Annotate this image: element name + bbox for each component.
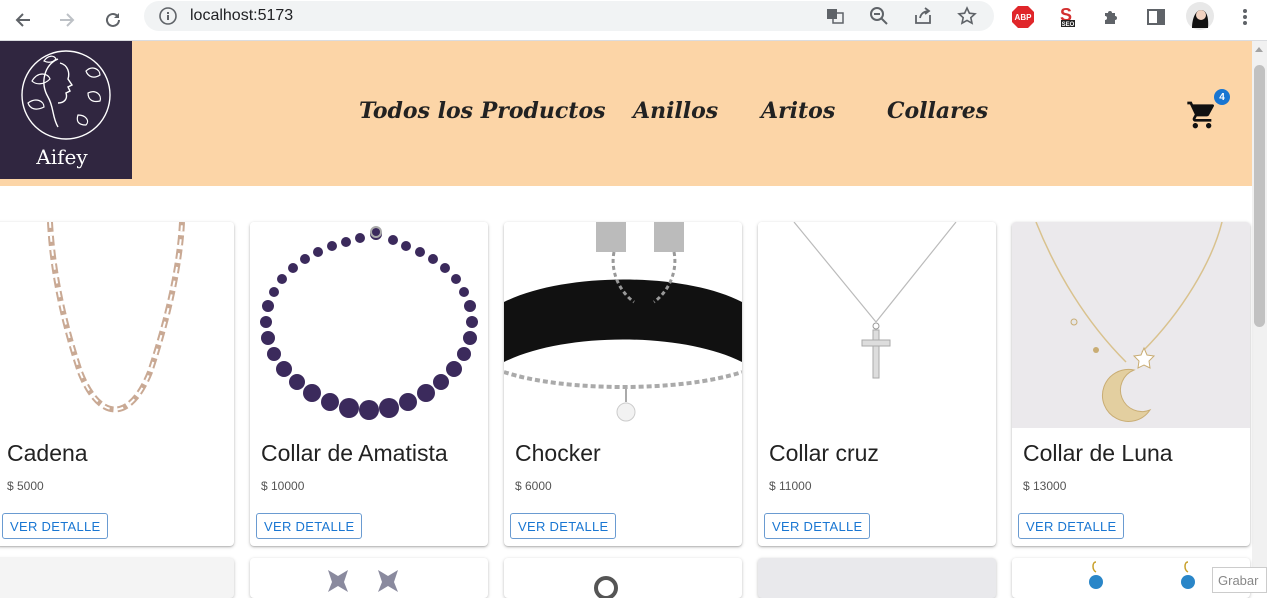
product-name: Cadena xyxy=(7,440,88,466)
view-detail-button[interactable]: VER DETALLE xyxy=(1018,513,1125,539)
side-panel-icon[interactable] xyxy=(1143,4,1169,30)
record-button[interactable]: Grabar xyxy=(1212,567,1267,593)
product-card[interactable]: Chocker $ 6000 VER DETALLE xyxy=(504,222,742,546)
product-price: $ 13000 xyxy=(1023,479,1067,493)
product-card[interactable]: Collar de Luna $ 13000 VER DETALLE xyxy=(1012,222,1250,546)
product-price: $ 5000 xyxy=(7,479,44,493)
zoom-out-icon[interactable] xyxy=(868,5,890,27)
translate-icon[interactable] xyxy=(824,5,846,27)
product-price: $ 10000 xyxy=(261,479,305,493)
product-card[interactable] xyxy=(0,558,234,598)
view-detail-button[interactable]: VER DETALLE xyxy=(256,513,363,539)
scroll-up-icon[interactable] xyxy=(1255,47,1263,52)
product-name: Collar de Amatista xyxy=(261,440,448,466)
address-bar[interactable]: localhost:5173 xyxy=(144,1,994,31)
scrollbar-thumb[interactable] xyxy=(1254,65,1265,327)
butterfly-earrings-icon xyxy=(328,570,398,592)
profile-avatar-icon[interactable] xyxy=(1186,2,1214,30)
bookmark-star-icon[interactable] xyxy=(956,5,978,27)
brand-name: Aifey xyxy=(36,145,88,169)
cart-count-badge: 4 xyxy=(1214,89,1230,105)
product-card[interactable]: Cadena $ 5000 VER DETALLE xyxy=(0,222,234,546)
shopping-cart-icon xyxy=(1187,101,1215,129)
back-icon[interactable] xyxy=(8,5,38,35)
product-image[interactable] xyxy=(250,222,488,428)
product-name: Collar cruz xyxy=(769,440,879,466)
site-info-icon[interactable] xyxy=(158,6,178,26)
seo-extension-icon[interactable]: S SEO xyxy=(1054,4,1080,30)
svg-text:ABP: ABP xyxy=(1015,13,1033,22)
product-image[interactable] xyxy=(0,222,234,428)
product-name: Chocker xyxy=(515,440,601,466)
product-image[interactable] xyxy=(504,222,742,428)
product-card[interactable]: Collar cruz $ 11000 VER DETALLE xyxy=(758,222,996,546)
product-image[interactable] xyxy=(758,222,996,428)
page-scrollbar[interactable] xyxy=(1252,41,1267,593)
browser-menu-icon[interactable] xyxy=(1232,4,1258,30)
nav-link-collares[interactable]: Collares xyxy=(887,98,988,124)
reload-icon[interactable] xyxy=(98,5,128,35)
product-card[interactable] xyxy=(504,558,742,598)
site-header: Aifey Todos los Productos Anillos Aritos… xyxy=(0,41,1252,186)
choker-necklace-icon xyxy=(504,222,742,428)
product-card[interactable]: Collar de Amatista $ 10000 VER DETALLE xyxy=(250,222,488,546)
url-text: localhost:5173 xyxy=(190,7,294,24)
product-card[interactable] xyxy=(758,558,996,598)
ring-icon xyxy=(594,576,618,598)
chain-necklace-icon xyxy=(0,222,234,428)
product-card[interactable] xyxy=(250,558,488,598)
svg-text:SEO: SEO xyxy=(1062,22,1075,28)
extensions-puzzle-icon[interactable] xyxy=(1098,4,1124,30)
view-detail-button[interactable]: VER DETALLE xyxy=(2,513,109,539)
cross-necklace-icon xyxy=(758,222,996,428)
view-detail-button[interactable]: VER DETALLE xyxy=(510,513,617,539)
forward-icon[interactable] xyxy=(52,5,82,35)
share-icon[interactable] xyxy=(912,5,934,27)
view-detail-button[interactable]: VER DETALLE xyxy=(764,513,871,539)
cart-button[interactable] xyxy=(1186,99,1218,131)
nav-link-aritos[interactable]: Aritos xyxy=(761,98,835,124)
brand-logo[interactable]: Aifey xyxy=(0,41,132,179)
moon-necklace-icon xyxy=(1012,222,1250,428)
product-price: $ 6000 xyxy=(515,479,552,493)
product-price: $ 11000 xyxy=(769,479,812,493)
product-name: Collar de Luna xyxy=(1023,440,1173,466)
face-leaves-logo-icon xyxy=(21,50,111,140)
adblock-icon[interactable]: ABP xyxy=(1010,4,1036,30)
nav-link-todos-los-productos[interactable]: Todos los Productos xyxy=(359,98,606,124)
nav-link-anillos[interactable]: Anillos xyxy=(633,98,718,124)
amethyst-necklace-icon xyxy=(250,222,488,428)
browser-toolbar: localhost:5173 ABP S SEO xyxy=(0,0,1267,41)
product-image[interactable] xyxy=(1012,222,1250,428)
